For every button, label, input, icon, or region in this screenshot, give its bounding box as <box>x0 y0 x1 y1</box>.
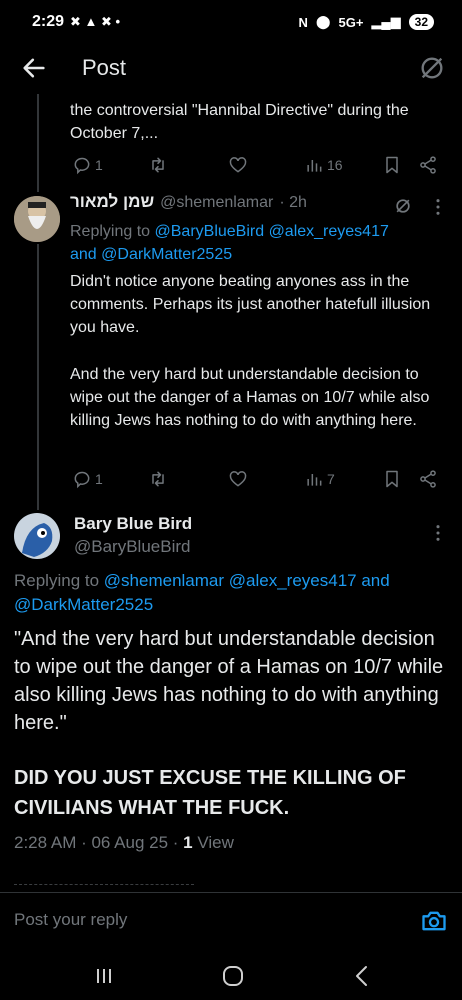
reply-body-paragraph-1: Didn't notice anyone beating anyones ass… <box>70 273 431 336</box>
reply-actions: 1 7 <box>0 468 462 490</box>
top-bar: Post <box>0 44 462 94</box>
like-button[interactable] <box>228 469 248 489</box>
post-shout-text: DID YOU JUST EXCUSE THE KILLING OF CIVIL… <box>14 767 406 819</box>
views-icon <box>307 160 322 172</box>
system-nav-bar <box>0 950 462 1000</box>
post-meta: 2:28 AM · 06 Aug 25 · 1 View <box>14 833 234 853</box>
replying-handles[interactable]: @shemenlamar @alex_reyes417 <box>104 571 357 590</box>
grok-icon[interactable] <box>393 196 413 216</box>
replying-to: Replying to @shemenlamar @alex_reyes417 … <box>14 569 454 617</box>
more-options-icon[interactable] <box>435 524 441 542</box>
heart-icon <box>229 471 247 487</box>
status-left: 2:29 ✖ ▲ ✖ • <box>32 13 120 31</box>
thread-line-top <box>37 94 39 192</box>
author-handle[interactable]: @BaryBlueBird <box>74 537 190 557</box>
author-name[interactable]: שמן למאור <box>70 192 154 212</box>
grok-icon[interactable] <box>418 54 446 82</box>
post-views-count[interactable]: 1 <box>183 833 192 852</box>
reply-icon <box>74 471 90 489</box>
retweet-icon <box>152 471 164 487</box>
author-name[interactable]: Bary Blue Bird <box>74 514 192 534</box>
views-icon <box>307 474 322 486</box>
network-label: 5G+ <box>338 14 364 30</box>
heart-icon <box>229 157 247 173</box>
reply-body-paragraph-2: And the very hard but understandable dec… <box>70 366 430 429</box>
replying-label: Replying to <box>14 571 100 590</box>
bookmark-icon <box>386 470 398 488</box>
reply-bar: Post your reply <box>0 892 462 950</box>
retweet-icon <box>152 157 164 173</box>
signal-icon: ▂▄▆ <box>371 14 401 29</box>
share-icon <box>420 156 436 174</box>
views-button[interactable]: 16 <box>304 155 343 175</box>
location-icon: ⬤ <box>315 14 331 29</box>
like-button[interactable] <box>228 155 248 175</box>
reply-count: 1 <box>95 157 103 173</box>
views-button[interactable]: 7 <box>304 469 335 489</box>
status-bar: 2:29 ✖ ▲ ✖ • N ⬤ 5G+ ▂▄▆ 32 <box>0 0 462 44</box>
post-views-label[interactable]: View <box>193 833 234 852</box>
recent-apps-icon[interactable] <box>90 963 118 989</box>
reply-button[interactable]: 1 <box>72 155 103 175</box>
status-right: N ⬤ 5G+ ▂▄▆ 32 <box>299 14 434 30</box>
share-button[interactable] <box>418 155 438 175</box>
post-quote-text: "And the very hard but understandable de… <box>14 628 444 734</box>
reply-count: 1 <box>95 471 103 487</box>
back-arrow-icon[interactable] <box>20 54 48 82</box>
reply-header: שמן למאור @shemenlamar · 2h <box>70 192 307 212</box>
avatar[interactable] <box>14 196 60 242</box>
share-icon <box>420 470 436 488</box>
reply-icon <box>74 157 90 175</box>
bookmark-button[interactable] <box>382 155 402 175</box>
reply-button[interactable]: 1 <box>72 469 103 489</box>
bookmark-button[interactable] <box>382 469 402 489</box>
engagement-row-hint <box>14 884 194 890</box>
status-time: 2:29 <box>32 13 65 30</box>
replying-handle-2[interactable]: @DarkMatter2525 <box>101 246 232 263</box>
replying-to: Replying to @BaryBlueBird @alex_reyes417… <box>70 220 450 266</box>
retweet-button[interactable] <box>148 469 168 489</box>
nfc-icon: N <box>298 14 308 30</box>
notification-icons: ✖ ▲ ✖ • <box>70 14 121 29</box>
replying-and: and <box>361 571 390 590</box>
views-count: 16 <box>327 157 343 173</box>
retweet-button[interactable] <box>148 155 168 175</box>
post-time: · 2h <box>279 194 307 211</box>
more-options-icon[interactable] <box>435 198 441 216</box>
previous-tweet-text: the controversial "Hannibal Directive" d… <box>70 102 409 142</box>
replying-handles[interactable]: @BaryBlueBird @alex_reyes417 <box>155 223 389 240</box>
previous-tweet-actions: 1 16 <box>0 154 462 176</box>
author-handle[interactable]: @shemenlamar <box>160 194 273 212</box>
views-count: 7 <box>327 471 335 487</box>
avatar-image <box>14 196 60 242</box>
home-icon[interactable] <box>219 963 247 989</box>
bookmark-icon <box>386 156 398 174</box>
back-icon[interactable] <box>348 963 376 989</box>
reply-input[interactable]: Post your reply <box>14 910 127 930</box>
replying-handle-2[interactable]: @DarkMatter2525 <box>14 595 153 614</box>
replying-label: Replying to <box>70 223 151 240</box>
battery-indicator: 32 <box>408 14 434 30</box>
avatar-image <box>14 513 60 559</box>
post-timestamp: 2:28 AM · 06 Aug 25 · <box>14 833 184 852</box>
share-button[interactable] <box>418 469 438 489</box>
camera-icon[interactable] <box>420 907 448 935</box>
page-title: Post <box>82 55 127 80</box>
avatar[interactable] <box>14 513 60 559</box>
replying-and: and <box>70 246 97 263</box>
